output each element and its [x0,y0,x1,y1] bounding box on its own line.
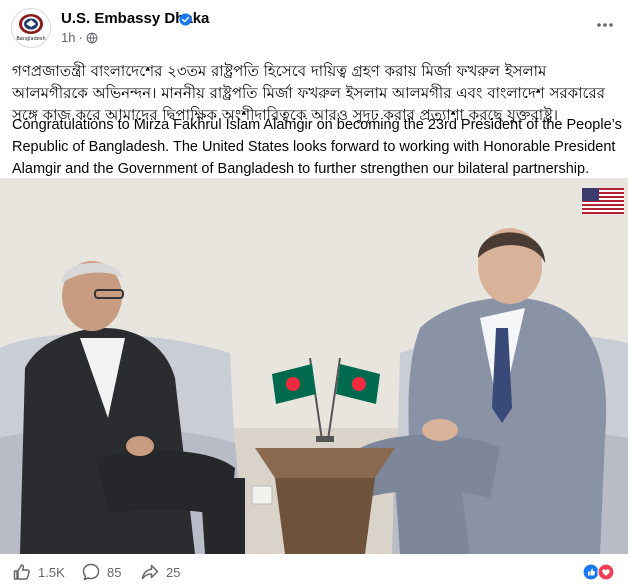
post-footer: 1.5K 85 25 [0,556,628,586]
verified-badge-icon [179,13,192,26]
comment-icon [82,563,100,581]
share-icon [141,564,159,580]
post-meta: 1h · [61,30,98,45]
embassy-seal-icon [19,14,43,34]
share-button[interactable]: 25 [140,562,180,582]
post-text-english: Congratulations to Mirza Fakhrul Islam A… [12,117,622,177]
like-icon [13,564,30,580]
globe-icon [86,32,98,44]
share-count: 25 [166,564,181,580]
page-avatar[interactable]: Bangladesh [11,8,51,48]
post-header: Bangladesh U.S. Embassy Dhaka 1h · [0,0,628,56]
avatar-label: Bangladesh [16,36,46,42]
reactions-summary-icon[interactable] [582,563,616,581]
like-button[interactable]: 1.5K [12,562,65,582]
post-time-link[interactable]: 1h [61,30,75,45]
more-options-icon[interactable] [596,16,614,34]
meta-separator: · [78,30,83,45]
meeting-photo-illustration [0,178,628,554]
us-flag-icon [582,188,624,214]
like-reaction-icon [582,563,600,581]
love-reaction-icon [597,563,615,581]
comment-button[interactable]: 85 [81,562,121,582]
post-photo[interactable] [0,178,628,554]
like-count: 1.5K [38,564,65,580]
comment-count: 85 [107,564,122,580]
